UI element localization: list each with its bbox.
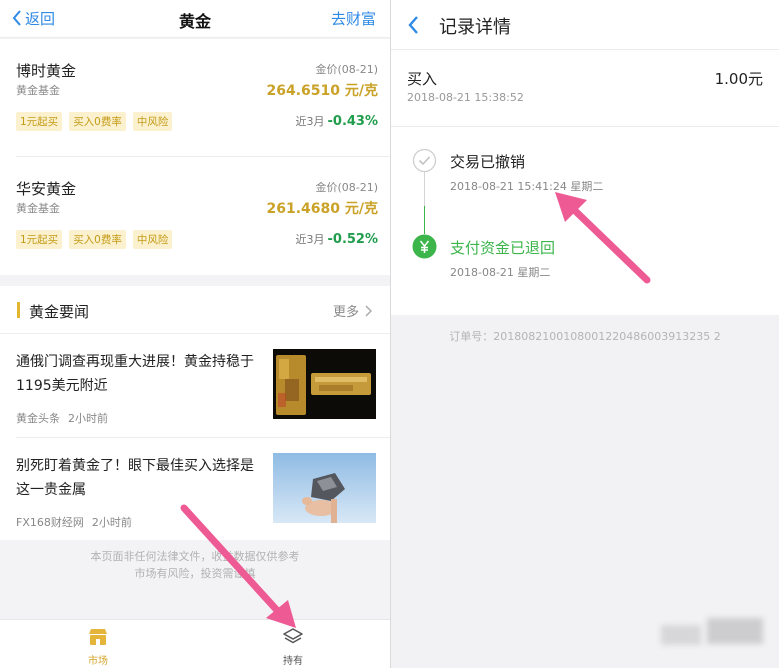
tab-holdings-label: 持有 <box>283 656 303 667</box>
transaction-time: 2018-08-21 15:38:52 <box>407 91 524 104</box>
timeline-step-title: 交易已撤销 <box>450 153 526 171</box>
tag-risk: 中风险 <box>132 230 173 249</box>
tag-min-buy: 1元起买 <box>16 112 63 131</box>
left-header: 返回 黄金 去财富 <box>0 0 390 38</box>
news-time: 2小时前 <box>91 516 132 529</box>
fund-card-boshi[interactable]: 博时黄金 黄金基金 金价(08-21) 264.6510 元/克 1元起买 买入… <box>0 39 390 157</box>
timeline-step-title-current: 支付资金已退回 <box>450 239 556 257</box>
fund-name: 华安黄金 <box>16 180 77 198</box>
news-headline: 别死盯着黄金了！眼下最佳买入选择是这一贵金属 <box>16 458 254 498</box>
order-info-area: 订单号：2018082100108001220486003913235 2 <box>391 315 779 668</box>
back-button[interactable] <box>407 15 419 39</box>
go-wealth-link[interactable]: 去财富 <box>331 8 376 29</box>
fund-name: 博时黄金 <box>16 62 77 80</box>
perf-period: 近3月 <box>295 233 325 246</box>
timeline-step-date: 2018-08-21 星期二 <box>450 266 551 279</box>
gold-bars-image <box>273 349 376 419</box>
layers-icon <box>283 628 303 644</box>
order-number-label: 订单号： <box>449 330 494 343</box>
order-number: 订单号：2018082100108001220486003913235 2 <box>391 328 779 344</box>
gold-price-label: 金价(08-21) <box>315 63 378 76</box>
timeline-connector <box>424 171 425 206</box>
chevron-right-icon <box>365 304 372 317</box>
transaction-summary: 买入 1.00元 2018-08-21 15:38:52 <box>391 51 779 127</box>
fund-type: 黄金基金 <box>16 84 60 97</box>
news-header: 黄金要闻 更多 <box>0 286 390 334</box>
tag-min-buy: 1元起买 <box>16 230 63 249</box>
gold-price: 264.6510 元/克 <box>266 83 379 99</box>
perf-change: -0.52% <box>327 232 379 247</box>
gold-price: 261.4680 元/克 <box>266 201 379 217</box>
fund-list: 博时黄金 黄金基金 金价(08-21) 264.6510 元/克 1元起买 买入… <box>0 39 390 275</box>
page-title: 记录详情 <box>439 17 511 38</box>
check-circle-icon <box>412 148 437 173</box>
gold-market-screen: 返回 黄金 去财富 博时黄金 黄金基金 金价(08-21) 264.6510 元… <box>0 0 390 668</box>
fund-performance: 近3月 -0.43% <box>296 113 379 129</box>
section-accent-bar <box>17 302 20 318</box>
fund-card-huaan[interactable]: 华安黄金 黄金基金 金价(08-21) 261.4680 元/克 1元起买 买入… <box>0 157 390 275</box>
gold-price-label: 金价(08-21) <box>315 181 378 194</box>
annotation-arrow-icon <box>180 504 296 628</box>
news-meta: 黄金头条 2小时前 <box>16 410 108 426</box>
news-time: 2小时前 <box>68 412 108 425</box>
chevron-left-icon <box>408 16 418 34</box>
perf-period: 近3月 <box>295 115 325 128</box>
transaction-amount: 1.00元 <box>714 70 763 88</box>
tag-zero-fee: 买入0费率 <box>69 230 126 249</box>
tag-zero-fee: 买入0费率 <box>69 112 126 131</box>
tab-market[interactable]: 市场 <box>68 627 128 667</box>
fund-type: 黄金基金 <box>16 202 60 215</box>
record-detail-screen: 记录详情 买入 1.00元 2018-08-21 15:38:52 交易已撤销 … <box>391 0 779 668</box>
right-header: 记录详情 <box>391 0 779 50</box>
news-meta: FX168财经网 2小时前 <box>16 514 132 530</box>
perf-change: -0.43% <box>327 114 379 129</box>
order-number-value: 2018082100108001220486003913235 2 <box>493 330 721 343</box>
news-source: 黄金头条 <box>16 412 60 425</box>
more-news-link[interactable]: 更多 <box>333 301 372 320</box>
fund-tags: 1元起买 买入0费率 中风险 <box>16 112 173 131</box>
fund-tags: 1元起买 买入0费率 中风险 <box>16 230 173 249</box>
annotation-arrow-icon <box>555 192 651 284</box>
more-label: 更多 <box>332 305 359 320</box>
store-icon <box>89 629 107 645</box>
tab-market-label: 市场 <box>88 656 108 667</box>
news-source: FX168财经网 <box>16 516 84 529</box>
watermark-blur <box>707 618 763 644</box>
news-item-1[interactable]: 通俄门调查再现重大进展！黄金持稳于1195美元附近 黄金头条 2小时前 <box>0 334 390 437</box>
news-section-title: 黄金要闻 <box>29 303 90 321</box>
timeline-connector-active <box>424 206 425 234</box>
fund-performance: 近3月 -0.52% <box>296 231 379 247</box>
tag-risk: 中风险 <box>132 112 173 131</box>
tab-holdings[interactable]: 持有 <box>263 627 323 667</box>
yuan-circle-icon <box>412 234 437 259</box>
transaction-type: 买入 <box>407 70 438 88</box>
news-headline: 通俄门调查再现重大进展！黄金持稳于1195美元附近 <box>16 354 254 394</box>
watermark-blur <box>661 625 701 645</box>
